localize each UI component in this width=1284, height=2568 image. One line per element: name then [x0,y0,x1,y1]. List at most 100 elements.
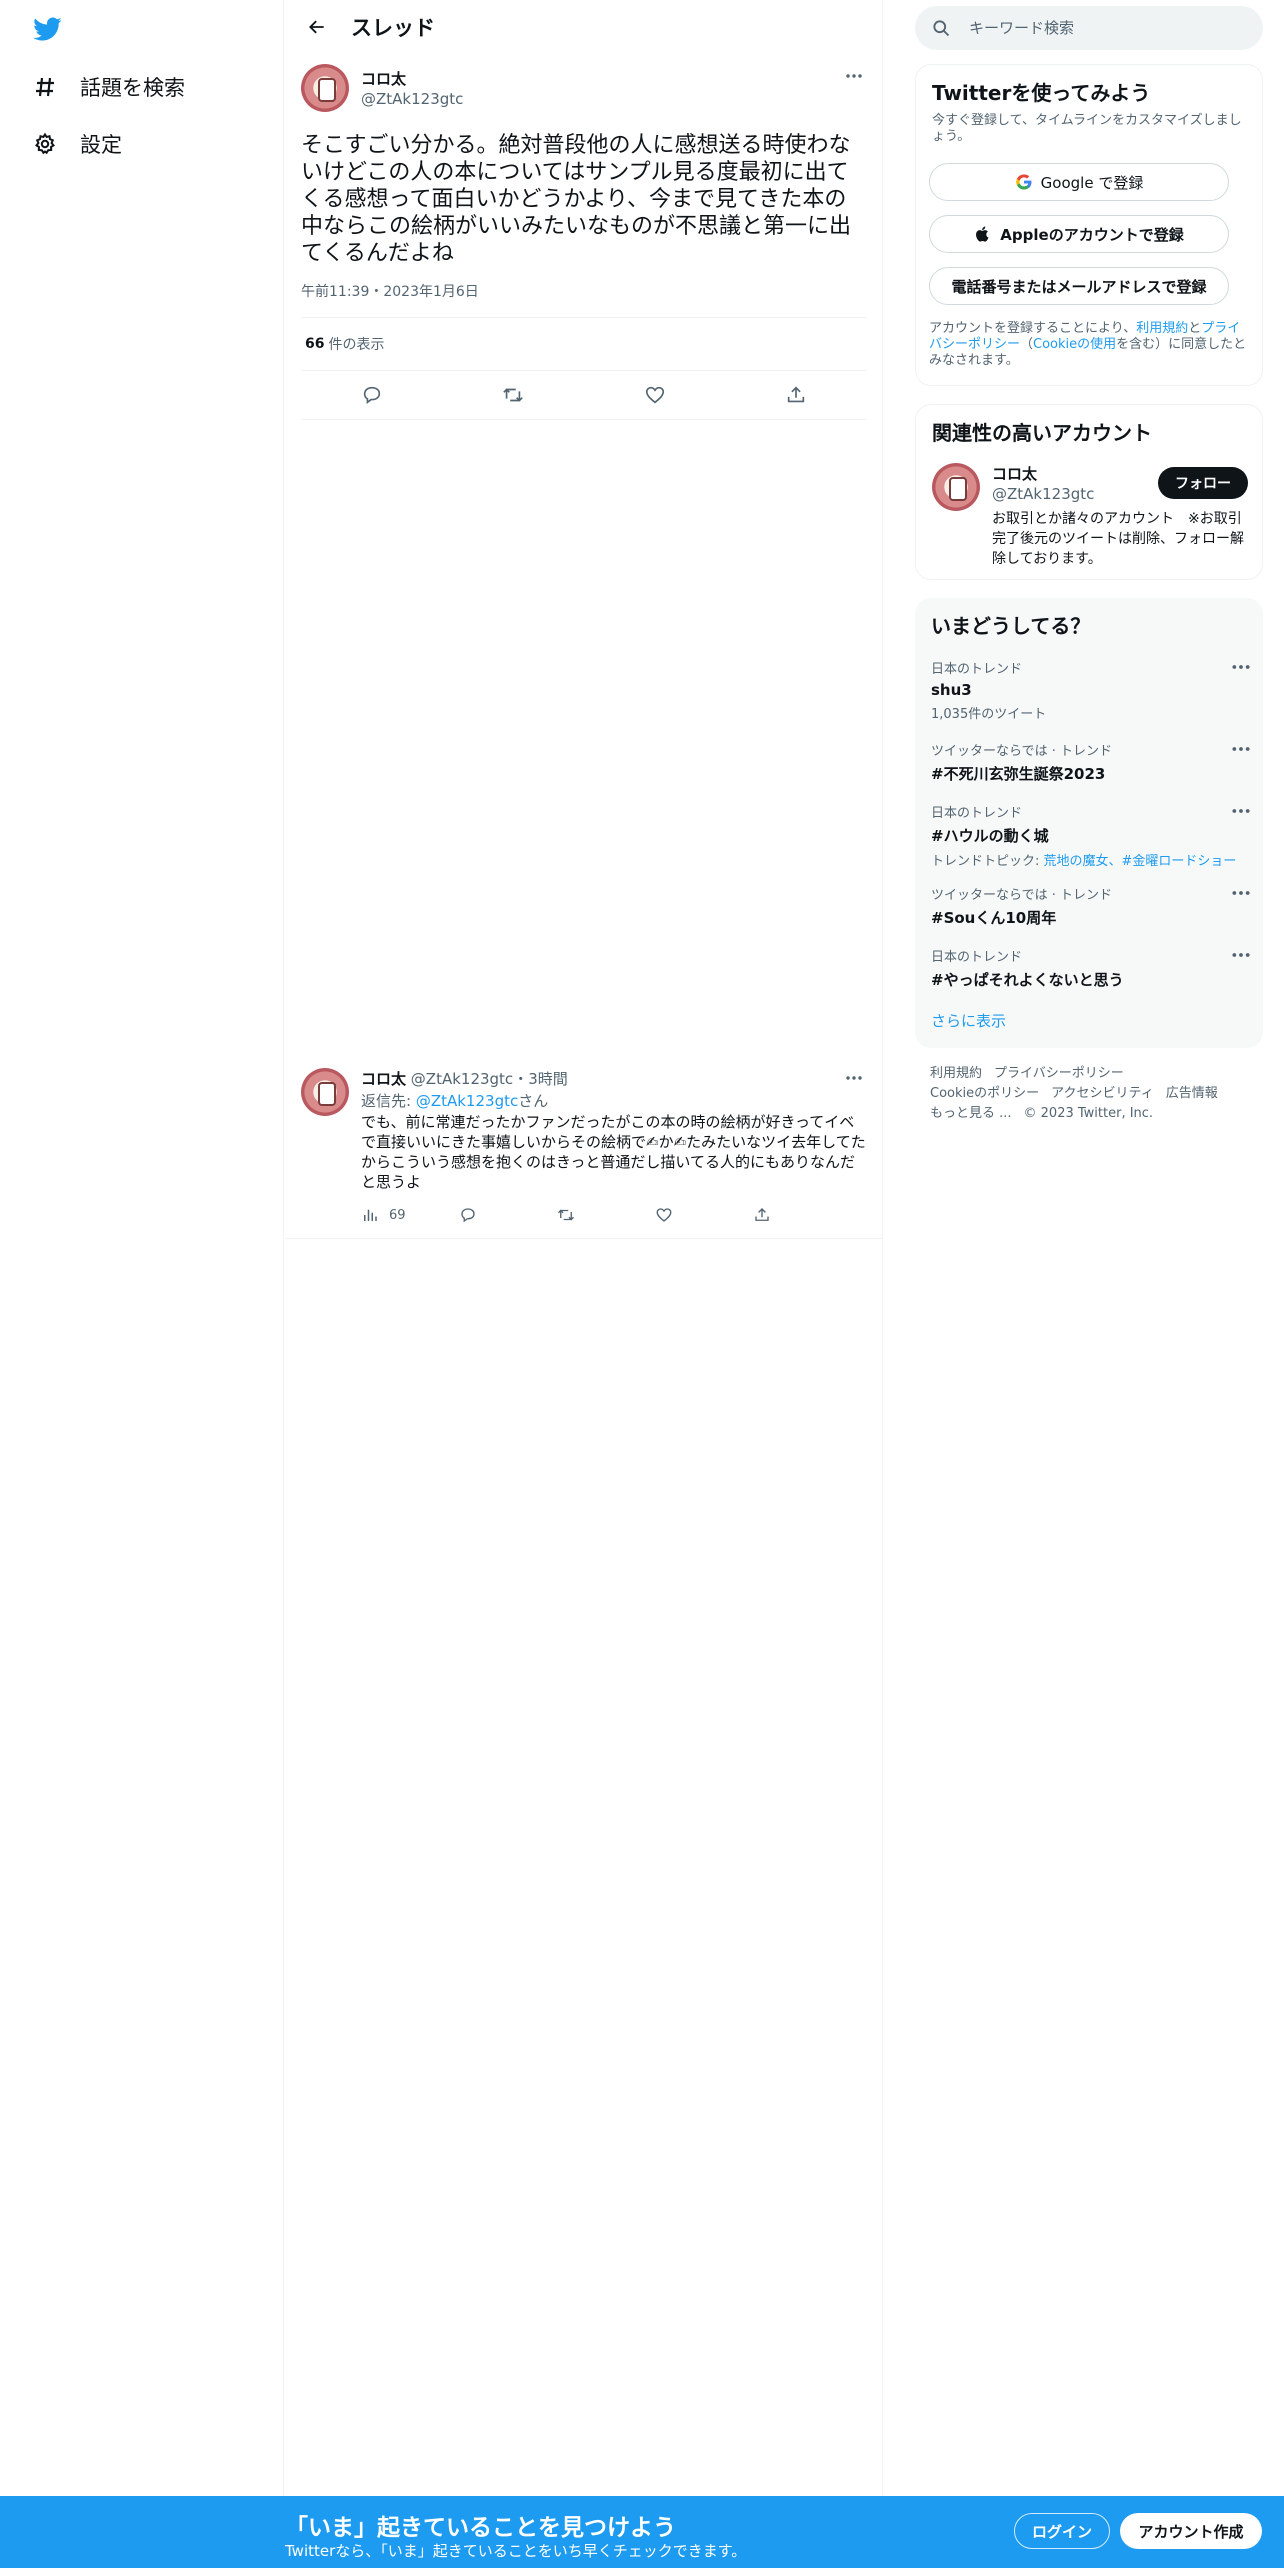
analytics-button[interactable]: 69 [361,1206,459,1224]
footer-privacy-link[interactable]: プライバシーポリシー [994,1066,1124,1081]
phone-email-signup-label: 電話番号またはメールアドレスで登録 [951,277,1207,296]
reply-author-handle[interactable]: @ZtAk123gtc [411,1070,513,1088]
nav-explore-label: 話題を検索 [80,76,185,100]
back-button[interactable] [297,7,337,47]
more-options-button[interactable] [841,1068,867,1088]
focal-tweet: コロ太 @ZtAk123gtc そこすごい分かる。絶対普段他の人に感想送る時使わ… [301,64,867,420]
views-count: 66 [305,336,325,352]
trend-meta: ツイッターならでは · トレンド [931,744,1113,759]
related-bio: お取引とか諸々のアカウント ※お取引完了後元のツイートは削除、フォロー解除してお… [992,511,1244,567]
reply-header: コロ太 @ZtAk123gtc・3時間 [361,1068,867,1088]
reply-views-count: 69 [389,1207,406,1223]
more-options-button[interactable] [841,66,867,86]
reply-time[interactable]: ・3時間 [513,1070,568,1088]
more-dots-icon[interactable] [1231,662,1251,672]
apple-icon [976,226,989,242]
create-account-button[interactable]: アカウント作成 [1120,2513,1262,2549]
replying-to-link[interactable]: @ZtAk123gtc [416,1092,518,1110]
phone-email-signup-button[interactable]: 電話番号またはメールアドレスで登録 [929,267,1229,305]
trend-name: shu3 [931,681,972,699]
search-bar[interactable] [915,6,1263,50]
nav-explore[interactable]: 話題を検索 [30,67,185,107]
page-title: スレッド [351,15,435,40]
twitter-logo-icon[interactable] [30,14,64,46]
nav-settings[interactable]: 設定 [30,124,122,164]
views-row: 66 件の表示 [301,318,867,370]
search-icon [933,20,950,37]
tweet-timestamp[interactable]: 午前11:39・2023年1月6日 [301,281,867,301]
views-label: 件の表示 [328,337,385,353]
tweet-author-row: コロ太 @ZtAk123gtc [301,64,867,114]
trend-sub: 1,035件のツイート [931,707,1047,722]
reply-icon [363,386,380,404]
nav-settings-label: 設定 [80,133,122,157]
left-nav: 話題を検索 設定 [0,0,284,2496]
heart-icon [645,386,664,404]
follow-button[interactable]: フォロー [1158,467,1248,499]
footer-cookie-link[interactable]: Cookieのポリシー [930,1086,1039,1101]
related-accounts-panel: 関連性の高いアカウント コロ太 @ZtAk123gtc フォロー お取引とか諸々… [915,404,1263,580]
google-signup-button[interactable]: Google で登録 [929,163,1229,201]
retweet-icon [503,388,524,402]
bottom-signup-bar: 「いま」起きていることを見つけよう Twitterなら、「いま」起きていることを… [0,2496,1284,2568]
retweet-icon [558,1209,574,1221]
signup-title: Twitterを使ってみよう [932,81,1151,105]
hashtag-icon [30,72,60,102]
footer-ads-link[interactable]: 広告情報 [1166,1086,1218,1101]
trend-item[interactable]: 日本のトレンド #ハウルの動く城 トレンドトピック: 荒地の魔女、#金曜ロードシ… [931,802,1251,869]
trend-item[interactable]: ツイッターならでは · トレンド #不死川玄弥生誕祭2023 [931,740,1251,784]
footer-more-link[interactable]: もっと見る ... [930,1106,1012,1121]
author-handle[interactable]: @ZtAk123gtc [361,90,463,108]
more-dots-icon[interactable] [1231,806,1251,816]
trends-title: いまどうしてる？ [931,614,1091,638]
terms-and: と [1188,321,1202,336]
trend-item[interactable]: 日本のトレンド shu3 1,035件のツイート [931,658,1251,722]
terms-paren: （ [1020,337,1034,352]
show-more-link[interactable]: さらに表示 [931,1010,1006,1031]
trend-name: #不死川玄弥生誕祭2023 [931,765,1106,783]
reply-button[interactable] [352,375,392,415]
author-name[interactable]: コロ太 [361,68,463,89]
avatar[interactable] [932,463,980,511]
avatar[interactable] [301,64,349,112]
signup-panel: Twitterを使ってみよう 今すぐ登録して、タイムラインをカスタマイズしましょ… [915,64,1263,386]
related-handle[interactable]: @ZtAk123gtc [992,485,1094,503]
apple-signup-button[interactable]: Appleのアカウントで登録 [929,215,1229,253]
trend-sub: トレンドトピック: 荒地の魔女、#金曜ロードショー [931,850,1251,869]
trend-item[interactable]: 日本のトレンド #やっぱそれよくないと思う [931,946,1251,990]
search-input[interactable] [969,19,1239,37]
trend-meta: ツイッターならでは · トレンド [931,888,1113,903]
trend-item[interactable]: ツイッターならでは · トレンド #Souくん10周年 [931,884,1251,928]
signup-terms: アカウントを登録することにより、利用規約とプライバシーポリシー（Cookieの使… [929,321,1251,369]
tweet-actions [301,371,867,419]
arrow-left-icon [309,20,324,33]
related-name[interactable]: コロ太 [992,463,1037,484]
login-button[interactable]: ログイン [1014,2513,1110,2549]
tweet-text: そこすごい分かる。絶対普段他の人に感想送る時使わないけどこの人の本についてはサン… [301,133,852,266]
share-button[interactable] [753,1206,813,1224]
share-button[interactable] [776,375,816,415]
like-button[interactable] [635,375,675,415]
replying-to: 返信先: @ZtAk123gtcさん [361,1090,867,1110]
divider [301,419,867,420]
terms-link[interactable]: 利用規約 [1136,321,1188,336]
retweet-button[interactable] [493,375,533,415]
more-dots-icon[interactable] [1231,888,1251,898]
footer-accessibility-link[interactable]: アクセシビリティ [1051,1086,1154,1101]
avatar[interactable] [301,1068,349,1116]
main-column: スレッド コロ太 @ZtAk123gtc そこすごい分かる。絶対普段他の人に感想… [285,0,883,2496]
cookie-link[interactable]: Cookieの使用 [1033,337,1116,352]
more-dots-icon[interactable] [1231,744,1251,754]
trend-meta: 日本のトレンド [931,806,1023,821]
like-button[interactable] [655,1206,753,1224]
reply-author-name[interactable]: コロ太 [361,1070,406,1088]
more-dots-icon[interactable] [1231,950,1251,960]
trend-name: #やっぱそれよくないと思う [931,971,1124,989]
footer-terms-link[interactable]: 利用規約 [930,1066,982,1081]
reply-icon [461,1208,475,1223]
google-signup-label: Google で登録 [1040,173,1144,192]
retweet-button[interactable] [557,1206,655,1224]
reply-button[interactable] [459,1206,557,1224]
trend-topic-link[interactable]: 荒地の魔女、#金曜ロードショー [1044,854,1237,869]
footer-copyright: © 2023 Twitter, Inc. [1023,1106,1154,1121]
